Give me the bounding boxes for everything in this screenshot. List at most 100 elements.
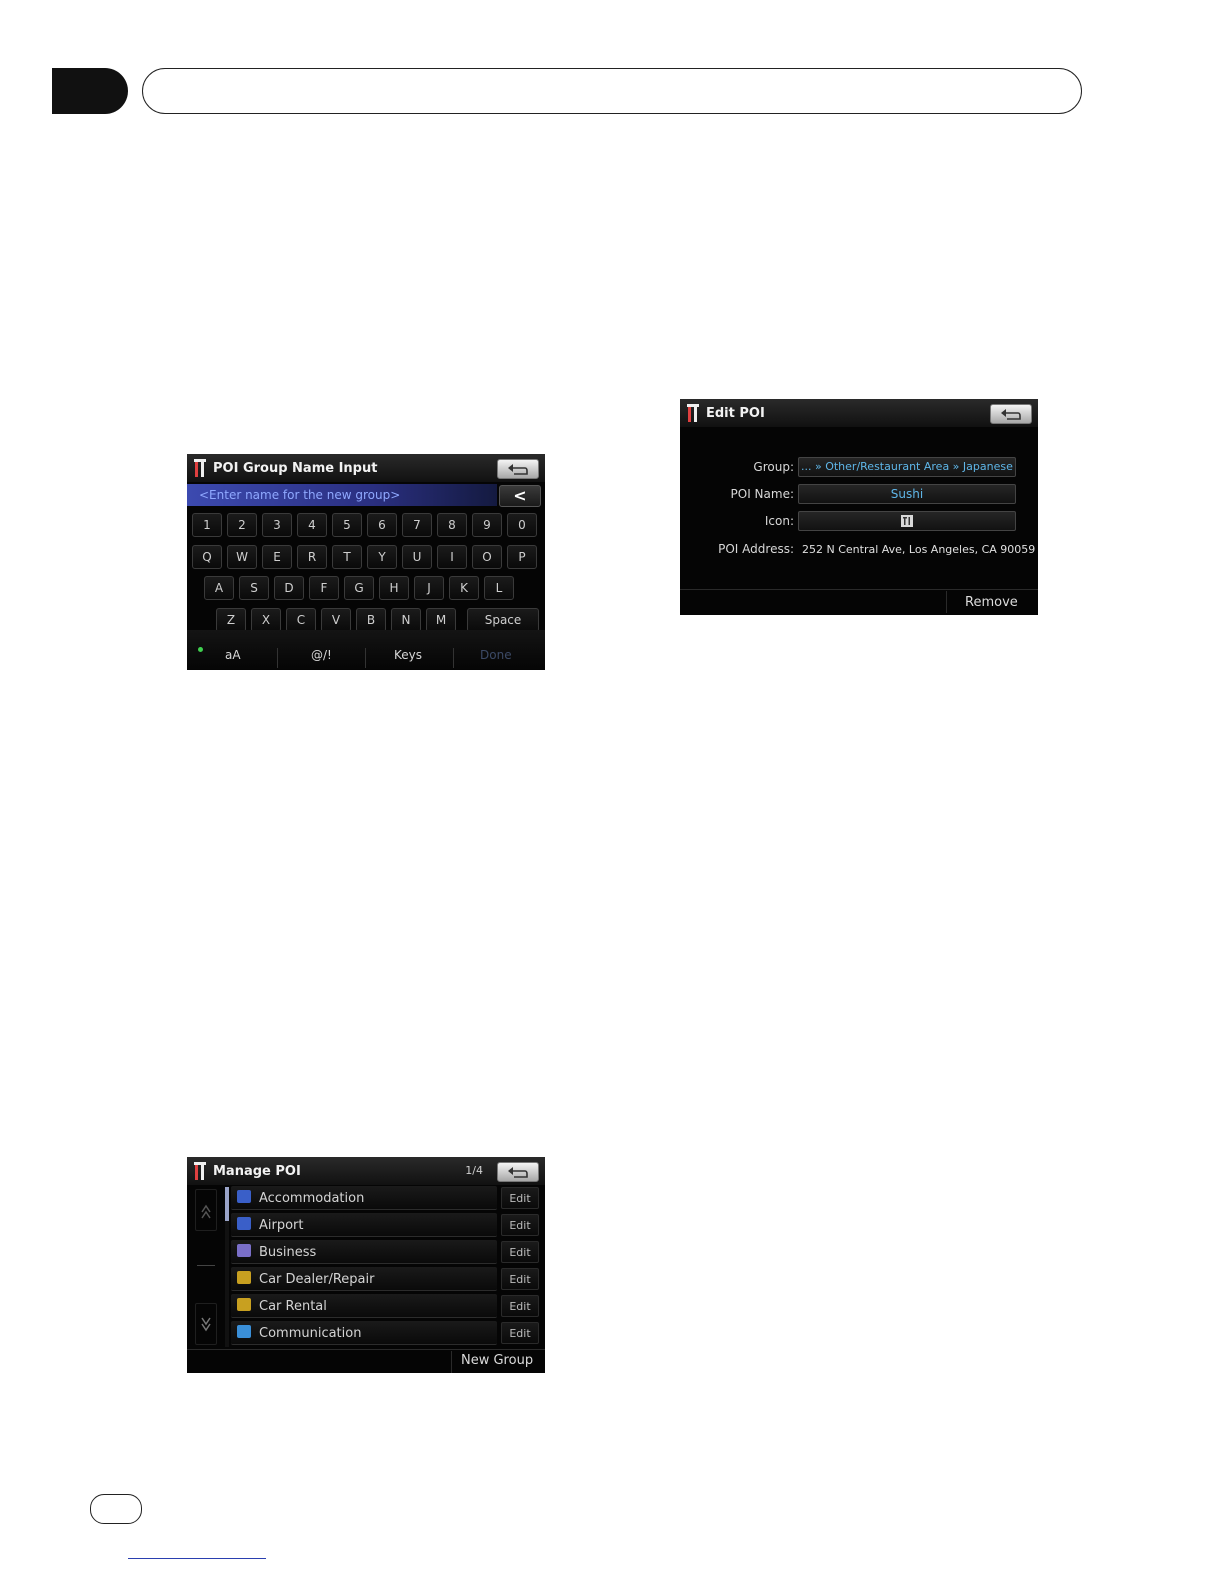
key[interactable]: 3	[262, 513, 292, 537]
key[interactable]: 4	[297, 513, 327, 537]
back-button[interactable]	[990, 404, 1032, 424]
edit-button[interactable]: Edit	[501, 1187, 539, 1209]
key[interactable]: K	[449, 576, 479, 600]
key[interactable]: 7	[402, 513, 432, 537]
key[interactable]: N	[391, 608, 421, 632]
back-button[interactable]	[497, 1162, 539, 1182]
edit-button[interactable]: Edit	[501, 1268, 539, 1290]
key[interactable]: G	[344, 576, 374, 600]
key[interactable]: Z	[216, 608, 246, 632]
key[interactable]: C	[286, 608, 316, 632]
key[interactable]: D	[274, 576, 304, 600]
remove-button[interactable]: Remove	[965, 595, 1018, 610]
group-label: Group:	[753, 460, 794, 474]
key[interactable]: Q	[192, 545, 222, 569]
car-rental-icon	[237, 1298, 251, 1311]
list-item[interactable]: Car Rental	[231, 1294, 497, 1318]
list-item-label: Accommodation	[259, 1191, 365, 1206]
restaurant-icon	[901, 515, 913, 527]
header-bar	[142, 68, 1082, 114]
edit-button[interactable]: Edit	[501, 1295, 539, 1317]
list-item-label: Car Rental	[259, 1299, 327, 1314]
icon-field[interactable]	[798, 511, 1016, 531]
group-name-input[interactable]: <Enter name for the new group>	[187, 484, 497, 506]
symbols-button[interactable]: @/!	[311, 648, 332, 662]
back-arrow-icon	[508, 463, 528, 475]
divider	[187, 1349, 545, 1350]
key[interactable]: 8	[437, 513, 467, 537]
back-button[interactable]	[497, 459, 539, 479]
list-item[interactable]: Car Dealer/Repair	[231, 1267, 497, 1291]
list-item[interactable]: Airport	[231, 1213, 497, 1237]
list-item[interactable]: Accommodation	[231, 1186, 497, 1210]
list-item-label: Business	[259, 1245, 317, 1260]
status-dot	[198, 647, 203, 652]
divider	[680, 589, 1038, 590]
airplane-icon	[237, 1217, 251, 1230]
case-toggle-button[interactable]: aA	[225, 648, 241, 662]
manage-poi-screen: Manage POI 1/4 Accommodation Edit Airport E…	[187, 1157, 545, 1373]
backspace-button[interactable]: <	[499, 485, 541, 507]
screen-title: POI Group Name Input	[213, 460, 378, 476]
key[interactable]: T	[332, 545, 362, 569]
keys-button[interactable]: Keys	[394, 648, 422, 662]
done-button[interactable]: Done	[480, 648, 512, 662]
key[interactable]: E	[262, 545, 292, 569]
key[interactable]: 2	[227, 513, 257, 537]
scroll-up-button[interactable]	[195, 1189, 217, 1231]
tools-icon	[194, 1162, 206, 1180]
key[interactable]: 1	[192, 513, 222, 537]
tools-icon	[194, 459, 206, 477]
key[interactable]: Y	[367, 545, 397, 569]
new-group-button[interactable]: New Group	[461, 1353, 533, 1368]
screen-title: Manage POI	[213, 1163, 301, 1179]
double-chevron-up-icon	[201, 1204, 211, 1219]
scrollbar-track[interactable]	[225, 1187, 229, 1347]
edit-button[interactable]: Edit	[501, 1322, 539, 1344]
tools-icon	[687, 404, 699, 422]
key[interactable]: J	[414, 576, 444, 600]
key[interactable]: V	[321, 608, 351, 632]
key[interactable]: M	[426, 608, 456, 632]
key[interactable]: A	[204, 576, 234, 600]
key[interactable]: S	[239, 576, 269, 600]
key[interactable]: 5	[332, 513, 362, 537]
poi-name-label: POI Name:	[730, 487, 794, 501]
key[interactable]: X	[251, 608, 281, 632]
key[interactable]: O	[472, 545, 502, 569]
key[interactable]: R	[297, 545, 327, 569]
list-item[interactable]: Business	[231, 1240, 497, 1264]
key[interactable]: W	[227, 545, 257, 569]
icon-label: Icon:	[764, 514, 794, 528]
edit-button[interactable]: Edit	[501, 1214, 539, 1236]
key[interactable]: P	[507, 545, 537, 569]
key[interactable]: 6	[367, 513, 397, 537]
poi-address-value: 252 N Central Ave, Los Angeles, CA 90059	[802, 543, 1036, 556]
key[interactable]: L	[484, 576, 514, 600]
separator	[451, 1351, 452, 1373]
scroll-down-button[interactable]	[195, 1303, 217, 1345]
communication-icon	[237, 1325, 251, 1338]
key[interactable]: H	[379, 576, 409, 600]
page-number-oval	[90, 1494, 142, 1524]
key[interactable]: B	[356, 608, 386, 632]
chapter-tab	[52, 68, 128, 114]
edit-poi-screen: Edit POI Group: ... » Other/Restaurant A…	[680, 399, 1038, 615]
back-arrow-icon	[508, 1166, 528, 1178]
key[interactable]: 0	[507, 513, 537, 537]
separator	[453, 648, 454, 668]
list-item[interactable]: Communication	[231, 1321, 497, 1345]
scrollbar-thumb[interactable]	[225, 1187, 229, 1221]
poi-name-field[interactable]: Sushi	[798, 484, 1016, 504]
list-item-label: Airport	[259, 1218, 304, 1233]
key[interactable]: 9	[472, 513, 502, 537]
key[interactable]: U	[402, 545, 432, 569]
key[interactable]: F	[309, 576, 339, 600]
separator	[365, 648, 366, 668]
group-field[interactable]: ... » Other/Restaurant Area » Japanese	[798, 457, 1016, 477]
key[interactable]: I	[437, 545, 467, 569]
title-bar: Edit POI	[680, 399, 1038, 427]
bed-icon	[237, 1190, 251, 1203]
edit-button[interactable]: Edit	[501, 1241, 539, 1263]
space-key[interactable]: Space	[467, 608, 539, 632]
